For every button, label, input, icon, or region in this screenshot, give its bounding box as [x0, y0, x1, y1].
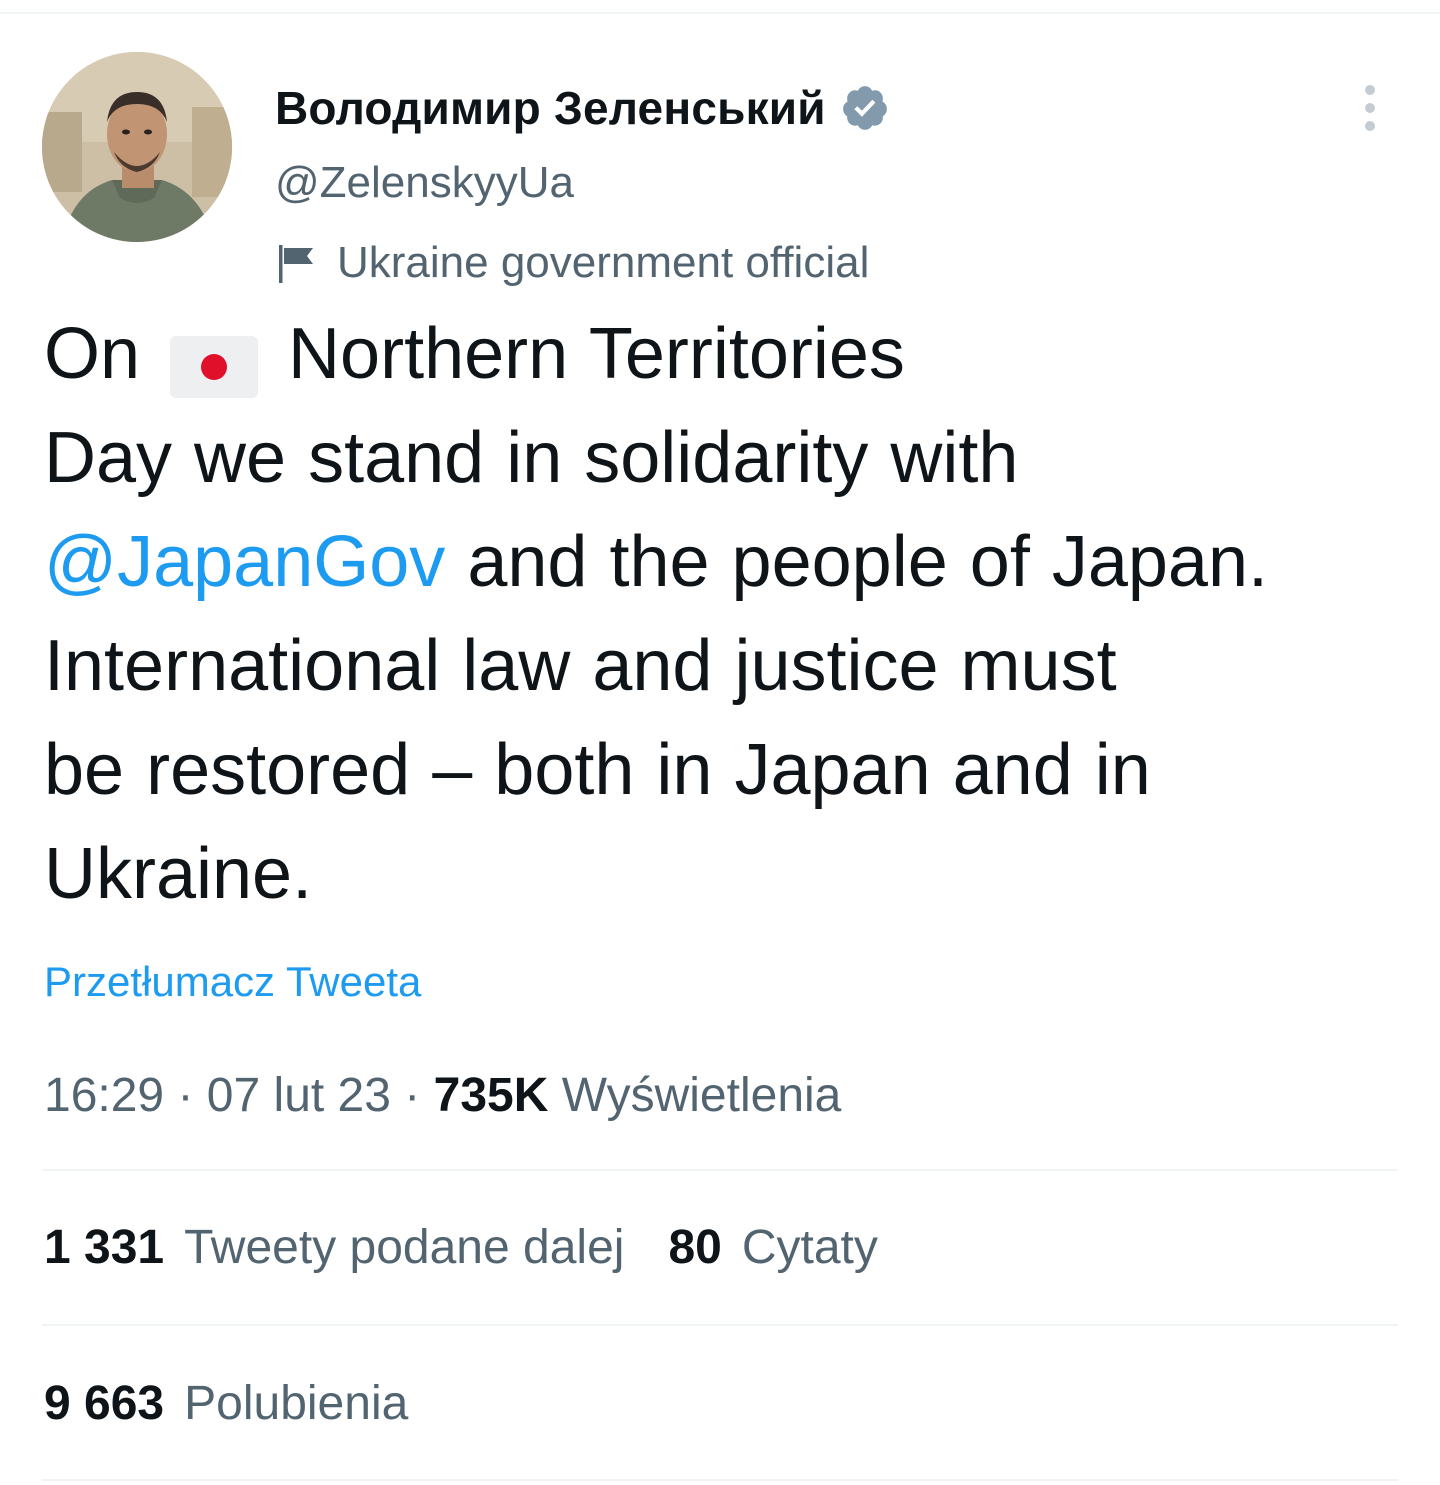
views-label: Wyświetlenia	[561, 1069, 842, 1122]
author-display-name[interactable]: Володимир Зеленський	[275, 81, 826, 135]
quotes-stat[interactable]: 80 Cytaty	[668, 1220, 877, 1275]
quotes-count: 80	[668, 1221, 722, 1274]
tweet-line-6: Ukraine.	[44, 834, 313, 914]
author-name-row[interactable]: Володимир Зеленський	[275, 78, 890, 138]
more-vertical-icon	[1365, 85, 1375, 131]
tweet-line-5: be restored – both in Japan and in	[44, 730, 1151, 810]
tweet-text-line3: and the people of Japan.	[467, 522, 1268, 602]
tweet-time[interactable]: 16:29	[44, 1069, 164, 1122]
views-count: 735K	[433, 1069, 549, 1122]
avatar[interactable]	[42, 52, 232, 242]
translate-tweet-link[interactable]: Przetłumacz Tweeta	[44, 958, 421, 1006]
flag-icon	[275, 241, 319, 285]
tweet-line-2: Day we stand in solidarity with	[44, 418, 1019, 498]
divider	[42, 1169, 1398, 1171]
tweet-line-3: @JapanGov and the people of Japan.	[44, 510, 1414, 614]
likes-stats: 9 663 Polubienia	[44, 1376, 452, 1431]
tweet-text: On Northern Territories Day we stand in s…	[44, 302, 1414, 926]
more-options-button[interactable]	[1345, 80, 1395, 136]
mention-link[interactable]: @JapanGov	[44, 522, 445, 602]
meta-separator: ·	[177, 1069, 194, 1122]
tweet-date[interactable]: 07 lut 23	[207, 1069, 391, 1122]
tweet-text-on: On	[44, 314, 141, 394]
government-label-text: Ukraine government official	[337, 238, 870, 287]
likes-count: 9 663	[44, 1377, 165, 1430]
retweets-label: Tweety podane dalej	[184, 1221, 625, 1274]
retweets-count: 1 331	[44, 1221, 165, 1274]
retweets-stat[interactable]: 1 331 Tweety podane dalej	[44, 1220, 624, 1275]
likes-stat[interactable]: 9 663 Polubienia	[44, 1376, 408, 1431]
japan-flag-icon	[170, 322, 259, 398]
tweet-line-1: On Northern Territories	[44, 302, 1414, 406]
divider	[42, 1479, 1398, 1481]
quotes-label: Cytaty	[741, 1221, 878, 1274]
author-handle[interactable]: @ZelenskyyUa	[275, 158, 574, 208]
top-divider	[0, 12, 1440, 14]
tweet-line-4: International law and justice must	[44, 626, 1117, 706]
likes-label: Polubienia	[184, 1377, 409, 1430]
tweet-meta: 16:29 · 07 lut 23 · 735K Wyświetlenia	[44, 1068, 841, 1123]
engagement-stats: 1 331 Tweety podane dalej 80 Cytaty	[44, 1220, 922, 1275]
divider	[42, 1324, 1398, 1326]
meta-separator: ·	[404, 1069, 421, 1122]
verified-badge-icon	[840, 83, 890, 133]
tweet-text-northern-territories: Northern Territories	[288, 314, 905, 394]
government-label: Ukraine government official	[275, 235, 869, 291]
avatar-photo	[42, 52, 232, 242]
